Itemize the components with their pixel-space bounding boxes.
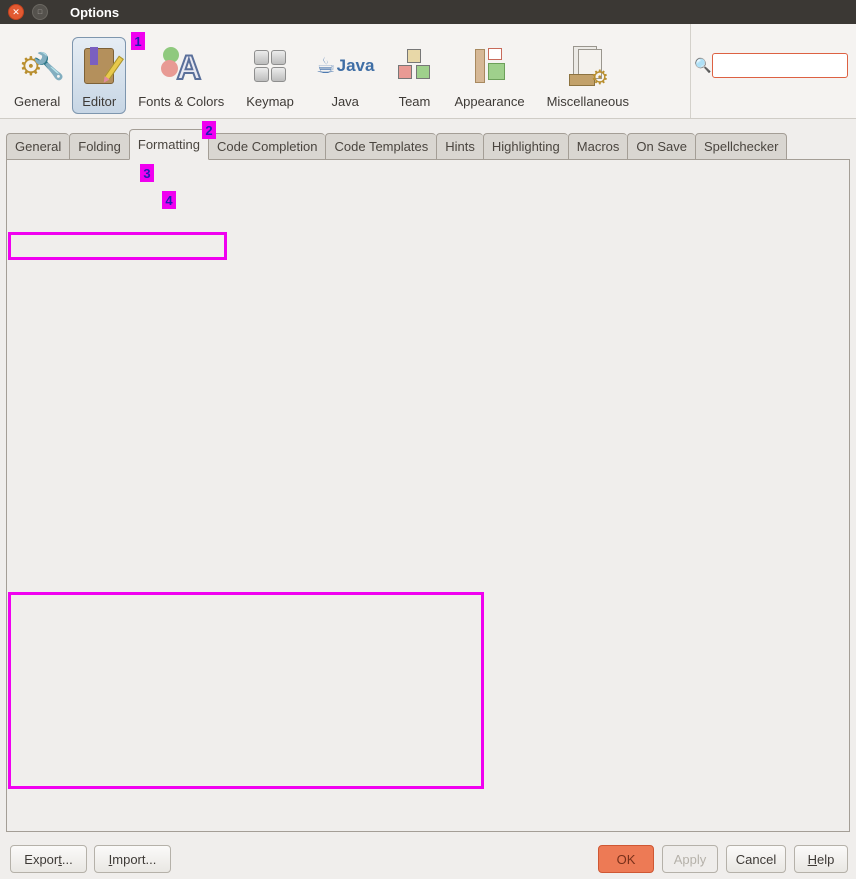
tab-highlighting[interactable]: Highlighting (483, 133, 568, 160)
miscellaneous-icon: ⚙ (569, 44, 607, 88)
tab-spellchecker[interactable]: Spellchecker (695, 133, 787, 160)
toolbar-item-editor[interactable]: Editor (72, 37, 126, 114)
tab-folding[interactable]: Folding (69, 133, 129, 160)
toolbar-item-team[interactable]: Team (386, 37, 442, 114)
toolbar-label: Java (331, 94, 358, 109)
unmaximize-window-icon[interactable]: □ (32, 4, 48, 20)
cancel-button[interactable]: Cancel (726, 845, 786, 873)
search-icon: 🔍 (694, 57, 711, 74)
toolbar-label: Miscellaneous (547, 94, 629, 109)
tab-macros[interactable]: Macros (568, 133, 628, 160)
editor-icon (84, 44, 114, 88)
toolbar-separator (690, 24, 691, 118)
search-input[interactable] (712, 53, 848, 78)
toolbar-item-keymap[interactable]: Keymap (236, 37, 304, 114)
tab-code-templates[interactable]: Code Templates (325, 133, 436, 160)
editor-tabs: General Folding Formatting Code Completi… (6, 131, 850, 160)
appearance-icon (473, 44, 507, 88)
category-toolbar: ⚙🔧 General Editor A Fonts & Colors Keyma… (0, 24, 856, 119)
toolbar-label: Keymap (246, 94, 294, 109)
team-icon (396, 44, 432, 88)
toolbar-label: Fonts & Colors (138, 94, 224, 109)
annotation-badge-3: 3 (140, 164, 154, 182)
toolbar-item-miscellaneous[interactable]: ⚙ Miscellaneous (537, 37, 639, 114)
fonts-colors-icon: A (161, 44, 201, 88)
export-button[interactable]: Export... (10, 845, 87, 873)
toolbar-item-java[interactable]: ☕Java Java (306, 37, 385, 114)
window-title: Options (70, 5, 119, 20)
titlebar: ✕ □ Options (0, 0, 856, 24)
tab-code-completion[interactable]: Code Completion (209, 133, 325, 160)
annotation-badge-2: 2 (202, 121, 216, 139)
general-icon: ⚙🔧 (19, 44, 55, 88)
tab-hints[interactable]: Hints (436, 133, 483, 160)
toolbar-label: Team (399, 94, 431, 109)
annotation-badge-4: 4 (162, 191, 176, 209)
apply-button[interactable]: Apply (662, 845, 718, 873)
toolbar-item-appearance[interactable]: Appearance (444, 37, 534, 114)
ok-button[interactable]: OK (598, 845, 654, 873)
formatting-panel (6, 159, 850, 832)
help-button[interactable]: Help (794, 845, 848, 873)
annotation-badge-1: 1 (131, 32, 145, 50)
keymap-icon (254, 44, 286, 88)
tab-on-save[interactable]: On Save (627, 133, 695, 160)
toolbar-item-general[interactable]: ⚙🔧 General (4, 37, 70, 114)
import-button[interactable]: Import... (94, 845, 171, 873)
tab-general[interactable]: General (6, 133, 69, 160)
toolbar-label: Editor (82, 94, 116, 109)
tab-formatting[interactable]: Formatting (129, 129, 209, 160)
toolbar-label: General (14, 94, 60, 109)
java-icon: ☕Java (316, 44, 375, 88)
close-window-icon[interactable]: ✕ (8, 4, 24, 20)
toolbar-label: Appearance (454, 94, 524, 109)
